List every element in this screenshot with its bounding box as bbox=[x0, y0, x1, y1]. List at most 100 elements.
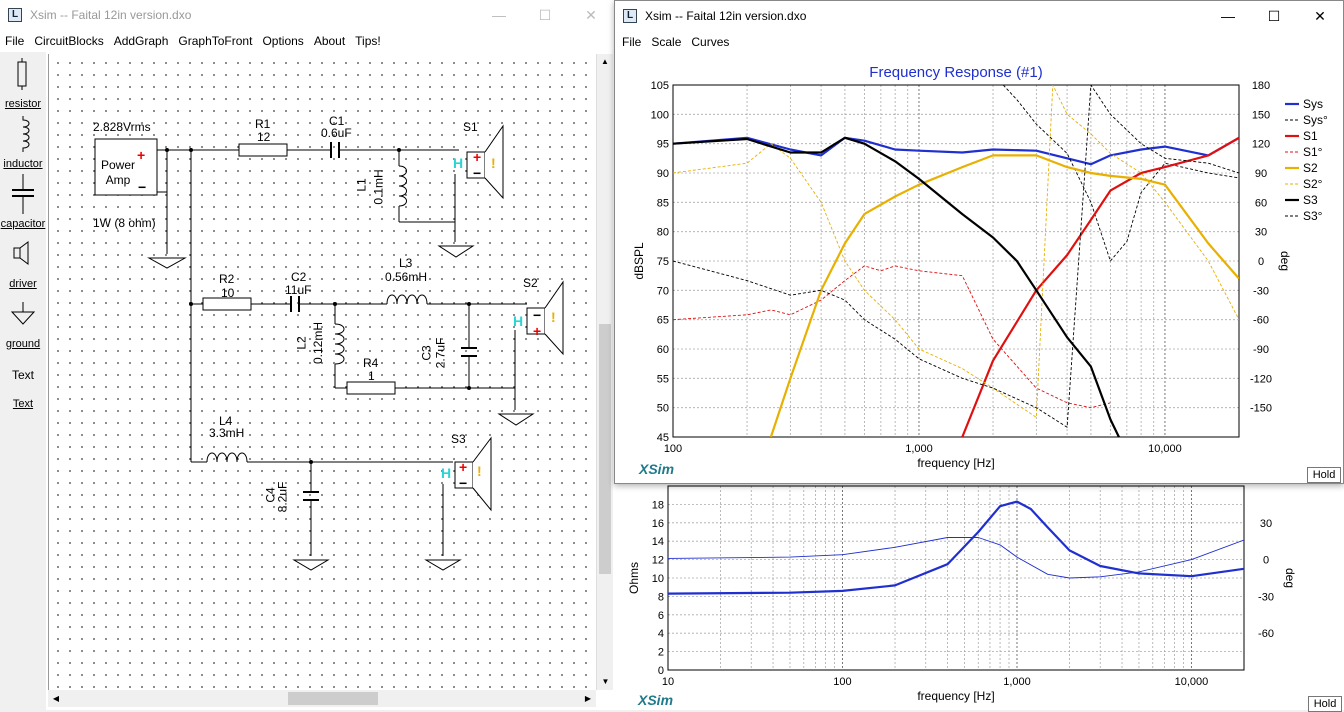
menu-about[interactable]: About bbox=[309, 34, 350, 48]
fr-ytick-label: 105 bbox=[651, 80, 669, 92]
r1-value: 12 bbox=[257, 130, 271, 144]
fr-series-line-3 bbox=[673, 265, 1111, 409]
schematic-canvas[interactable]: H + −! H − +! H + −! + − 2.828Vrms Power Amp 1W… bbox=[48, 54, 596, 690]
graph-minimize-icon[interactable]: — bbox=[1205, 1, 1251, 31]
menu-addgraph[interactable]: AddGraph bbox=[109, 34, 174, 48]
tool-ground[interactable]: ground bbox=[0, 338, 46, 350]
fr-ytick-label: 60 bbox=[657, 344, 669, 356]
fr-legend-label-4: S2 bbox=[1303, 161, 1318, 175]
fr-ytick-label: 75 bbox=[657, 256, 669, 268]
imp-y2tick-label: -30 bbox=[1258, 591, 1274, 603]
imp-ytick-label: 12 bbox=[652, 555, 664, 567]
fr-y-axis-label: dBSPL bbox=[632, 242, 646, 280]
inductor-icon[interactable] bbox=[14, 116, 32, 152]
graph-menu-curves[interactable]: Curves bbox=[686, 35, 734, 49]
circuit-diagram: H +−! H −+! H +−! +− bbox=[94, 124, 564, 571]
tool-capacitor[interactable]: capacitor bbox=[0, 218, 46, 230]
ground-icon[interactable] bbox=[10, 302, 36, 326]
menu-options[interactable]: Options bbox=[257, 34, 308, 48]
menu-tips[interactable]: Tips! bbox=[350, 34, 386, 48]
fr-ytick-label: 90 bbox=[657, 168, 669, 180]
graph-close-icon[interactable]: ✕ bbox=[1297, 1, 1343, 31]
fr-ytick-label: 65 bbox=[657, 315, 669, 327]
graph-menu-file[interactable]: File bbox=[617, 35, 646, 49]
graph-menu-scale[interactable]: Scale bbox=[646, 35, 686, 49]
scroll-thumb-horizontal[interactable] bbox=[288, 692, 378, 705]
vertical-scrollbar[interactable]: ▲ ▼ bbox=[596, 54, 613, 690]
fr-y2tick-label: -60 bbox=[1253, 315, 1269, 327]
menu-graphtofront[interactable]: GraphToFront bbox=[173, 34, 257, 48]
fr-y2tick-label: 120 bbox=[1252, 139, 1270, 151]
fr-series-line-5 bbox=[673, 85, 1239, 418]
s1-label: S1 bbox=[463, 120, 478, 134]
imp-ytick-label: 2 bbox=[658, 647, 664, 659]
c1-value: 0.6uF bbox=[321, 126, 352, 140]
scroll-up-icon[interactable]: ▲ bbox=[597, 54, 613, 70]
resistor-icon[interactable] bbox=[15, 58, 29, 90]
imp-ytick-label: 16 bbox=[652, 518, 664, 530]
tool-driver[interactable]: driver bbox=[0, 278, 46, 290]
r4-label: R4 bbox=[363, 356, 379, 370]
c2-label: C2 bbox=[291, 270, 307, 284]
imp-xtick-label: 1,000 bbox=[1003, 676, 1031, 688]
r1-label: R1 bbox=[255, 117, 271, 131]
scroll-down-icon[interactable]: ▼ bbox=[597, 674, 614, 690]
l1-value: 0.1mH bbox=[371, 169, 386, 205]
r2-value: 10 bbox=[221, 286, 235, 300]
svg-text:+: + bbox=[473, 149, 481, 165]
window-title: Xsim -- Faital 12in version.dxo bbox=[30, 8, 192, 22]
imp-xtick-label: 10,000 bbox=[1175, 676, 1209, 688]
menu-circuitblocks[interactable]: CircuitBlocks bbox=[29, 34, 108, 48]
driver-icon[interactable] bbox=[12, 240, 32, 266]
imp-series-line-0 bbox=[668, 500, 1244, 595]
amp-name: Power Amp bbox=[100, 158, 135, 187]
svg-text:!: ! bbox=[491, 155, 496, 171]
imp-x-axis-label: frequency [Hz] bbox=[917, 689, 994, 703]
s2-label: S2 bbox=[523, 276, 538, 290]
svg-text:!: ! bbox=[551, 309, 556, 325]
tool-inductor[interactable]: inductor bbox=[0, 158, 46, 170]
fr-y2tick-label: 30 bbox=[1255, 227, 1267, 239]
scroll-right-icon[interactable]: ▶ bbox=[580, 690, 596, 707]
l2-label: L2 bbox=[294, 336, 309, 350]
svg-text:−: − bbox=[459, 475, 467, 491]
fr-y2tick-label: 180 bbox=[1252, 80, 1270, 92]
tool-resistor[interactable]: resistor bbox=[0, 98, 46, 110]
svg-text:−: − bbox=[473, 165, 481, 181]
impedance-chart: 181614121086420300-30-6010 100 1,000 10,000… bbox=[627, 485, 1297, 703]
graph-window-controls: — ☐ ✕ bbox=[1205, 1, 1343, 31]
scroll-thumb-vertical[interactable] bbox=[599, 324, 611, 574]
scroll-left-icon[interactable]: ◀ bbox=[48, 690, 64, 707]
fr-y2-axis-label: deg bbox=[1278, 251, 1292, 271]
amp-power: 1W (8 ohm) bbox=[93, 216, 156, 230]
horizontal-scrollbar[interactable]: ◀ ▶ bbox=[48, 690, 596, 707]
svg-text:+: + bbox=[459, 459, 467, 475]
tool-text-link[interactable]: Text bbox=[0, 398, 46, 410]
fr-legend-label-5: S2° bbox=[1303, 177, 1323, 191]
fr-ytick-label: 85 bbox=[657, 197, 669, 209]
fr-ytick-label: 95 bbox=[657, 139, 669, 151]
fr-ytick-label: 80 bbox=[657, 227, 669, 239]
minimize-icon[interactable]: — bbox=[476, 0, 522, 30]
svg-text:H: H bbox=[453, 155, 463, 171]
fr-y2tick-label: 90 bbox=[1255, 168, 1267, 180]
menu-file[interactable]: File bbox=[0, 34, 29, 48]
svg-text:!: ! bbox=[477, 463, 482, 479]
fr-ytick-label: 55 bbox=[657, 373, 669, 385]
window-controls: — ☐ ✕ bbox=[476, 0, 614, 30]
imp-ytick-label: 10 bbox=[652, 573, 664, 585]
fr-ytick-label: 70 bbox=[657, 285, 669, 297]
l2-value: 0.12mH bbox=[311, 321, 326, 365]
svg-text:−: − bbox=[138, 179, 146, 195]
tool-text[interactable]: Text bbox=[0, 368, 46, 382]
imp-ytick-label: 18 bbox=[652, 499, 664, 511]
fr-ytick-label: 50 bbox=[657, 403, 669, 415]
maximize-icon[interactable]: ☐ bbox=[522, 0, 568, 30]
close-icon[interactable]: ✕ bbox=[568, 0, 614, 30]
app-icon: L bbox=[8, 8, 22, 22]
fr-y2tick-label: 0 bbox=[1258, 256, 1264, 268]
fr-series-line-6 bbox=[673, 136, 1120, 437]
graph-maximize-icon[interactable]: ☐ bbox=[1251, 1, 1297, 31]
graph-hold-button[interactable]: Hold bbox=[1307, 467, 1341, 483]
capacitor-icon[interactable] bbox=[10, 174, 36, 214]
